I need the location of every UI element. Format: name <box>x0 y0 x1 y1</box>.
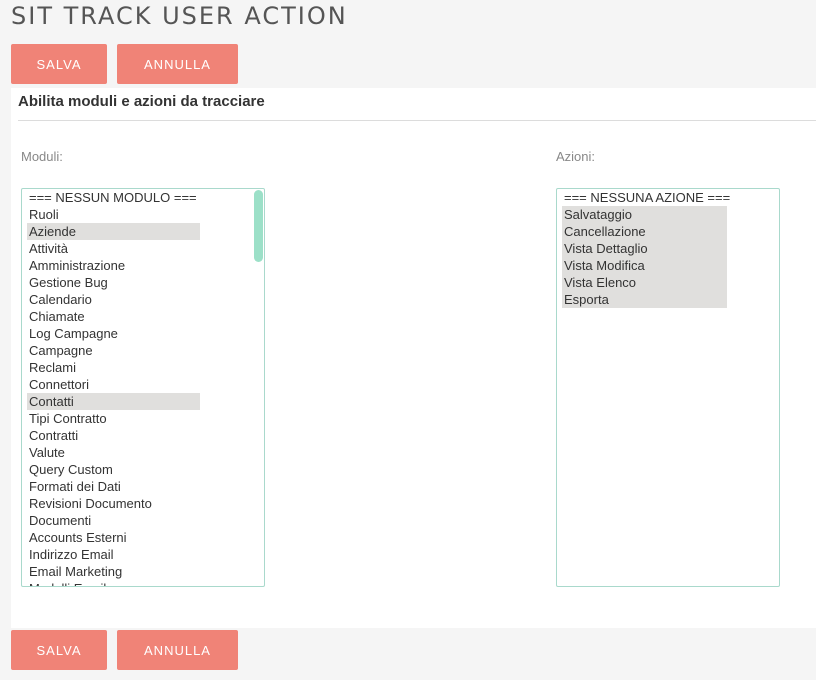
moduli-option[interactable]: Aziende <box>27 223 200 240</box>
moduli-option[interactable]: Revisioni Documento <box>27 495 200 512</box>
moduli-list: === NESSUN MODULO === Ruoli Aziende Attivit… <box>27 189 200 586</box>
moduli-option[interactable]: Ruoli <box>27 206 200 223</box>
panel-title: Abilita moduli e azioni da tracciare <box>18 93 265 110</box>
moduli-option[interactable]: Connettori <box>27 376 200 393</box>
settings-panel: Abilita moduli e azioni da tracciare Mod… <box>11 88 816 628</box>
moduli-option[interactable]: Accounts Esterni <box>27 529 200 546</box>
cancel-button[interactable]: ANNULLA <box>117 44 238 84</box>
azioni-option[interactable]: Vista Dettaglio <box>562 240 727 257</box>
moduli-scroll-thumb[interactable] <box>254 190 263 262</box>
moduli-option[interactable]: Valute <box>27 444 200 461</box>
moduli-option[interactable]: Formati dei Dati <box>27 478 200 495</box>
panel-divider <box>18 120 816 121</box>
save-button-bottom[interactable]: SALVA <box>11 630 107 670</box>
azioni-option[interactable]: === NESSUNA AZIONE === <box>562 189 730 206</box>
moduli-label: Moduli: <box>21 149 63 164</box>
azioni-list: === NESSUNA AZIONE === Salvataggio Cancell… <box>562 189 730 308</box>
azioni-listbox[interactable]: === NESSUNA AZIONE === Salvataggio Cancell… <box>556 188 780 587</box>
moduli-option[interactable]: Amministrazione <box>27 257 200 274</box>
moduli-listbox[interactable]: === NESSUN MODULO === Ruoli Aziende Attivit… <box>21 188 265 587</box>
azioni-option[interactable]: Salvataggio <box>562 206 727 223</box>
moduli-option[interactable]: Reclami <box>27 359 200 376</box>
azioni-label: Azioni: <box>556 149 596 164</box>
moduli-option[interactable]: Gestione Bug <box>27 274 200 291</box>
azioni-option[interactable]: Vista Modifica <box>562 257 727 274</box>
save-button[interactable]: SALVA <box>11 44 107 84</box>
moduli-option[interactable]: Tipi Contratto <box>27 410 200 427</box>
moduli-scrollbar[interactable] <box>253 189 264 584</box>
azioni-option[interactable]: Cancellazione <box>562 223 727 240</box>
azioni-option[interactable]: Esporta <box>562 291 727 308</box>
page-title: SIT TRACK USER ACTION <box>11 2 348 30</box>
moduli-option[interactable]: Documenti <box>27 512 200 529</box>
moduli-option[interactable]: Email Marketing <box>27 563 200 580</box>
cancel-button-bottom[interactable]: ANNULLA <box>117 630 238 670</box>
moduli-option[interactable]: Calendario <box>27 291 200 308</box>
azioni-option[interactable]: Vista Elenco <box>562 274 727 291</box>
moduli-option[interactable]: Chiamate <box>27 308 200 325</box>
moduli-option[interactable]: Modelli Email <box>27 580 200 586</box>
moduli-option[interactable]: Query Custom <box>27 461 200 478</box>
moduli-option[interactable]: Attività <box>27 240 200 257</box>
moduli-option[interactable]: Campagne <box>27 342 200 359</box>
moduli-option[interactable]: Contatti <box>27 393 200 410</box>
moduli-option[interactable]: Indirizzo Email <box>27 546 200 563</box>
moduli-option[interactable]: Log Campagne <box>27 325 200 342</box>
moduli-option[interactable]: === NESSUN MODULO === <box>27 189 200 206</box>
moduli-option[interactable]: Contratti <box>27 427 200 444</box>
